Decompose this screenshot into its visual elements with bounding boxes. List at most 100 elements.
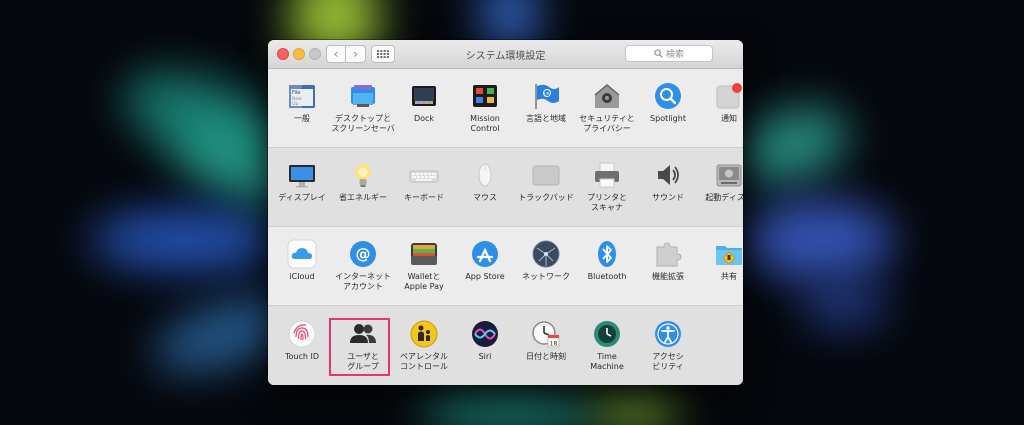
disk-icon <box>714 160 743 190</box>
keyboard-icon <box>409 160 439 190</box>
pane-time-machine[interactable]: Time Machine <box>576 319 638 372</box>
pane-bluetooth[interactable]: Bluetooth <box>576 239 638 282</box>
pane-label: Spotlight <box>650 114 686 123</box>
pane-label: 機能拡張 <box>652 272 684 281</box>
search-placeholder: 検索 <box>665 50 684 60</box>
flag-icon: UN <box>531 81 561 111</box>
puzzle-icon <box>653 239 683 269</box>
pane-label: Walletと Apple Pay <box>404 272 444 291</box>
sharing-folder-icon <box>714 239 743 269</box>
wallet-icon <box>409 239 439 269</box>
pane-label: サウンド <box>652 193 684 202</box>
pane-icloud[interactable]: iCloud <box>271 239 333 282</box>
speaker-icon <box>653 160 683 190</box>
pane-label: iCloud <box>289 272 315 281</box>
pane-app-store[interactable]: App Store <box>454 239 516 282</box>
pane-label: App Store <box>465 272 505 281</box>
at-icon: @ <box>348 239 378 269</box>
pane-label: マウス <box>473 193 497 202</box>
bulb-icon <box>348 160 378 190</box>
pane-fingerprint[interactable]: Touch ID <box>271 319 333 362</box>
clock-icon: 18 <box>531 319 561 349</box>
fingerprint-icon <box>287 319 317 349</box>
pane-label: 通知 <box>721 114 737 123</box>
pane-sharing-folder[interactable]: 共有 <box>698 239 743 282</box>
pane-label: アクセシ ビリティ <box>652 352 684 371</box>
pane-label: 共有 <box>721 272 737 281</box>
pane-label: Touch ID <box>284 352 320 361</box>
pane-label: ペアレンタル コントロール <box>400 352 448 371</box>
time-machine-icon <box>592 319 622 349</box>
house-lock-icon <box>592 81 622 111</box>
pane-label: キーボード <box>404 193 444 202</box>
app-store-icon <box>470 239 500 269</box>
search-field[interactable]: 検索 <box>625 45 713 62</box>
pane-speaker[interactable]: サウンド <box>637 160 699 203</box>
pane-label: Mission Control <box>470 114 500 133</box>
pane-label: インターネット アカウント <box>335 272 391 291</box>
siri-icon <box>470 319 500 349</box>
search-icon <box>654 49 663 58</box>
pane-wallet[interactable]: Walletと Apple Pay <box>393 239 455 292</box>
pane-desktop[interactable]: デスクトップと スクリーンセーバ <box>331 81 395 134</box>
system-preferences-window: ‹ › システム環境設定 検索 File New Op 一般 デスクトップと ス… <box>268 40 743 385</box>
pane-trackpad[interactable]: トラックパッド <box>515 160 577 203</box>
pane-label: セキュリティと プライバシー <box>579 114 635 133</box>
desktop-icon <box>348 81 378 111</box>
pane-mouse[interactable]: マウス <box>454 160 516 203</box>
pane-puzzle[interactable]: 機能拡張 <box>637 239 699 282</box>
svg-text:File: File <box>292 90 300 96</box>
pane-mission-control[interactable]: Mission Control <box>454 81 516 134</box>
pane-label: Bluetooth <box>587 272 627 281</box>
network-icon <box>531 239 561 269</box>
pane-label: Siri <box>478 352 492 361</box>
pane-parental[interactable]: ペアレンタル コントロール <box>393 319 455 372</box>
pane-label: ユーザと グループ <box>347 352 379 371</box>
pane-siri[interactable]: Siri <box>454 319 516 362</box>
pane-label: 一般 <box>294 114 310 123</box>
svg-text:@: @ <box>356 245 371 263</box>
pane-at[interactable]: @ インターネット アカウント <box>332 239 394 292</box>
notifications-icon <box>714 81 743 111</box>
pane-spotlight[interactable]: Spotlight <box>637 81 699 124</box>
display-icon <box>287 160 317 190</box>
pane-label: デスクトップと スクリーンセーバ <box>331 114 395 133</box>
pane-clock[interactable]: 18 日付と時刻 <box>515 319 577 362</box>
pane-label: 起動ディスク <box>705 193 743 202</box>
pane-label: 言語と地域 <box>526 114 566 123</box>
pane-label: Dock <box>413 114 435 123</box>
pane-label: ディスプレイ <box>278 193 326 202</box>
accessibility-icon <box>653 319 683 349</box>
pane-notifications[interactable]: 通知 <box>698 81 743 124</box>
pane-bulb[interactable]: 省エネルギー <box>332 160 394 203</box>
mission-control-icon <box>470 81 500 111</box>
pane-label: プリンタと スキャナ <box>587 193 627 212</box>
bluetooth-icon <box>592 239 622 269</box>
pane-display[interactable]: ディスプレイ <box>271 160 333 203</box>
pane-printer[interactable]: プリンタと スキャナ <box>576 160 638 213</box>
pane-house-lock[interactable]: セキュリティと プライバシー <box>576 81 638 134</box>
pane-accessibility[interactable]: アクセシ ビリティ <box>637 319 699 372</box>
pane-dock[interactable]: Dock <box>393 81 455 124</box>
pane-label: 日付と時刻 <box>526 352 566 361</box>
pane-label: トラックパッド <box>518 193 574 202</box>
printer-icon <box>592 160 622 190</box>
svg-text:18: 18 <box>550 341 558 348</box>
pane-network[interactable]: ネットワーク <box>515 239 577 282</box>
users-icon <box>348 319 378 349</box>
pane-general[interactable]: File New Op 一般 <box>271 81 333 124</box>
pane-flag[interactable]: UN 言語と地域 <box>515 81 577 124</box>
pane-disk[interactable]: 起動ディスク <box>698 160 743 203</box>
svg-text:Op: Op <box>292 101 299 107</box>
pane-label: ネットワーク <box>522 272 570 281</box>
mouse-icon <box>470 160 500 190</box>
pane-keyboard[interactable]: キーボード <box>393 160 455 203</box>
svg-text:UN: UN <box>544 92 550 96</box>
trackpad-icon <box>531 160 561 190</box>
spotlight-icon <box>653 81 683 111</box>
general-icon: File New Op <box>287 81 317 111</box>
pane-users[interactable]: ユーザと グループ <box>332 319 394 372</box>
dock-icon <box>409 81 439 111</box>
parental-icon <box>409 319 439 349</box>
pane-label: Time Machine <box>590 352 624 371</box>
